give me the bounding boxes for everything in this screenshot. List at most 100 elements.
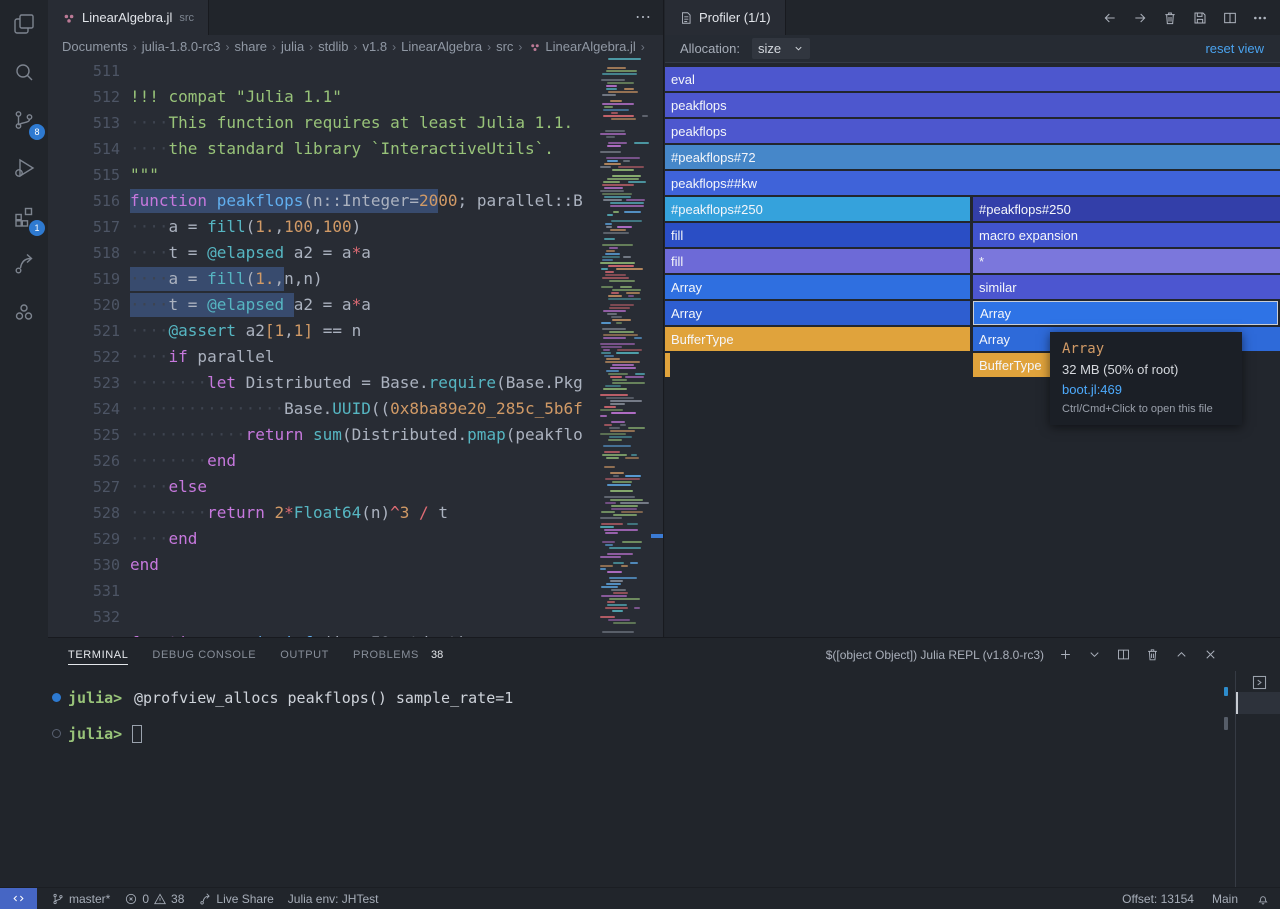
arrow-right-button[interactable]	[1132, 10, 1148, 26]
flame-bar-fill[interactable]: fill	[665, 249, 970, 273]
allocation-size-select[interactable]: size	[752, 38, 810, 59]
remote-indicator[interactable]	[0, 888, 37, 909]
problems-item[interactable]: 0 38	[124, 892, 184, 906]
flame-bar--peakflops-250[interactable]: #peakflops#250	[973, 197, 1280, 221]
code-line[interactable]: 511	[48, 58, 597, 84]
trash-button[interactable]	[1145, 647, 1160, 662]
flame-bar-eval[interactable]: eval	[665, 67, 1280, 91]
overview-ruler[interactable]	[651, 58, 663, 637]
breadcrumb-item[interactable]: LinearAlgebra	[401, 39, 482, 54]
flame-bar-array[interactable]: Array	[973, 301, 1278, 325]
flame-bar-array[interactable]: Array	[665, 301, 970, 325]
flame-bar-peakflops[interactable]: peakflops	[665, 119, 1280, 143]
code-line[interactable]: 521····@assert a2[1,1] == n	[48, 318, 597, 344]
terminal-scrollbar[interactable]	[1224, 717, 1228, 730]
breadcrumb-item[interactable]: Documents	[62, 39, 128, 54]
code-line[interactable]: 512!!! compat "Julia 1.1"	[48, 84, 597, 110]
activity-item-explorer[interactable]	[0, 0, 48, 48]
tooltip-title: Array	[1062, 341, 1230, 357]
breadcrumb-item[interactable]: src	[496, 39, 513, 54]
activity-item-run-debug[interactable]	[0, 144, 48, 192]
code-editor[interactable]: 511512!!! compat "Julia 1.1"513····This …	[48, 58, 663, 637]
split-button[interactable]	[1222, 10, 1238, 26]
tab-output[interactable]: OUTPUT	[280, 638, 329, 671]
code-line[interactable]: 528········return 2*Float64(n)^3 / t	[48, 500, 597, 526]
tab-profiler[interactable]: Profiler (1/1)	[665, 0, 786, 35]
save-button[interactable]	[1192, 10, 1208, 26]
minimap[interactable]	[598, 58, 651, 637]
code-line[interactable]: 515"""	[48, 162, 597, 188]
code-line[interactable]: 514····the standard library `Interactive…	[48, 136, 597, 162]
code-line[interactable]: 520····t = @elapsed a2 = a*a	[48, 292, 597, 318]
code-line[interactable]: 532	[48, 604, 597, 630]
chevron-right-icon: ›	[518, 40, 522, 54]
tab-problems[interactable]: PROBLEMS	[353, 638, 419, 671]
code-line[interactable]: 513····This function requires at least J…	[48, 110, 597, 136]
code-line[interactable]: 531	[48, 578, 597, 604]
code-line[interactable]: 524················Base.UUID((0x8ba89e20…	[48, 396, 597, 422]
code-line[interactable]: 516function peakflops(n::Integer=2000; p…	[48, 188, 597, 214]
breadcrumb-item[interactable]: share	[235, 39, 268, 54]
flame-bar--peakflops-250[interactable]: #peakflops#250	[665, 197, 970, 221]
flame-bar-macro-expansion[interactable]: macro expansion	[973, 223, 1280, 247]
breadcrumb-item[interactable]: julia	[281, 39, 304, 54]
julia-repl-terminal-icon[interactable]	[1251, 674, 1268, 691]
git-branch-item[interactable]: master*	[51, 892, 110, 906]
offset-item[interactable]: Offset: 13154	[1122, 892, 1194, 906]
code-text: ····a = fill(1.,100,100)	[130, 214, 361, 240]
code-line[interactable]: 527····else	[48, 474, 597, 500]
activity-item-live-share[interactable]	[0, 240, 48, 288]
plus-button[interactable]	[1058, 647, 1073, 662]
flame-bar-peakflops[interactable]: peakflops	[665, 93, 1280, 117]
flame-bar-peakflops-kw[interactable]: peakflops##kw	[665, 171, 1280, 195]
flame-bar[interactable]	[665, 353, 670, 377]
code-line[interactable]: 523········let Distributed = Base.requir…	[48, 370, 597, 396]
editor-more-actions-icon[interactable]: ⋯	[635, 10, 651, 26]
editor-tabbar: LinearAlgebra.jl src ⋯	[48, 0, 663, 35]
terminal-list-selected-item[interactable]	[1236, 692, 1280, 714]
code-line[interactable]: 517····a = fill(1.,100,100)	[48, 214, 597, 240]
more-button[interactable]	[1252, 10, 1268, 26]
code-line[interactable]: 525············return sum(Distributed.pm…	[48, 422, 597, 448]
trash-button[interactable]	[1162, 10, 1178, 26]
code-lines: 511512!!! compat "Julia 1.1"513····This …	[48, 58, 597, 637]
flame-bar-fill[interactable]: fill	[665, 223, 970, 247]
flame-bar-similar[interactable]: similar	[973, 275, 1280, 299]
flame-bar-buffertype[interactable]: BufferType	[665, 327, 970, 351]
tooltip-file-link[interactable]: boot.jl:469	[1062, 382, 1230, 397]
breadcrumb-item[interactable]: julia-1.8.0-rc3	[142, 39, 221, 54]
julia-env-item[interactable]: Julia env: JHTest	[288, 892, 379, 906]
activity-item-extensions[interactable]: 1	[0, 192, 48, 240]
breadcrumb-item[interactable]: stdlib	[318, 39, 348, 54]
notifications-bell[interactable]	[1256, 892, 1270, 906]
activity-item-julia[interactable]	[0, 288, 48, 336]
tab-terminal[interactable]: TERMINAL	[68, 638, 128, 671]
code-line[interactable]: 518····t = @elapsed a2 = a*a	[48, 240, 597, 266]
tab-debug-console[interactable]: DEBUG CONSOLE	[152, 638, 256, 671]
activity-item-source-control[interactable]: 8	[0, 96, 48, 144]
code-line[interactable]: 519····a = fill(1.,n,n)	[48, 266, 597, 292]
code-line[interactable]: 526········end	[48, 448, 597, 474]
close-button[interactable]	[1203, 647, 1218, 662]
flame-bar-array[interactable]: Array	[665, 275, 970, 299]
line-number: 531	[48, 578, 120, 604]
code-line[interactable]: 533function versioninfo(io::IO=stdout)	[48, 630, 597, 637]
split-button[interactable]	[1116, 647, 1131, 662]
reset-view-link[interactable]: reset view	[1205, 41, 1264, 56]
chevron-up-button[interactable]	[1174, 647, 1189, 662]
flame-bar--[interactable]: *	[973, 249, 1280, 273]
code-line[interactable]: 529····end	[48, 526, 597, 552]
code-line[interactable]: 530end	[48, 552, 597, 578]
activity-item-search[interactable]	[0, 48, 48, 96]
breadcrumb-item[interactable]: v1.8	[363, 39, 388, 54]
code-line[interactable]: 522····if parallel	[48, 344, 597, 370]
live-share-item[interactable]: Live Share	[198, 892, 273, 906]
arrow-left-button[interactable]	[1102, 10, 1118, 26]
chevron-down-button[interactable]	[1087, 647, 1102, 662]
explorer-icon	[12, 12, 36, 36]
breadcrumb-item[interactable]: LinearAlgebra.jl	[545, 39, 635, 54]
flame-bar--peakflops-72[interactable]: #peakflops#72	[665, 145, 1280, 169]
terminal-tabs-list	[1236, 671, 1280, 887]
main-item[interactable]: Main	[1212, 892, 1238, 906]
tab-linearalgebra[interactable]: LinearAlgebra.jl src	[48, 0, 209, 35]
